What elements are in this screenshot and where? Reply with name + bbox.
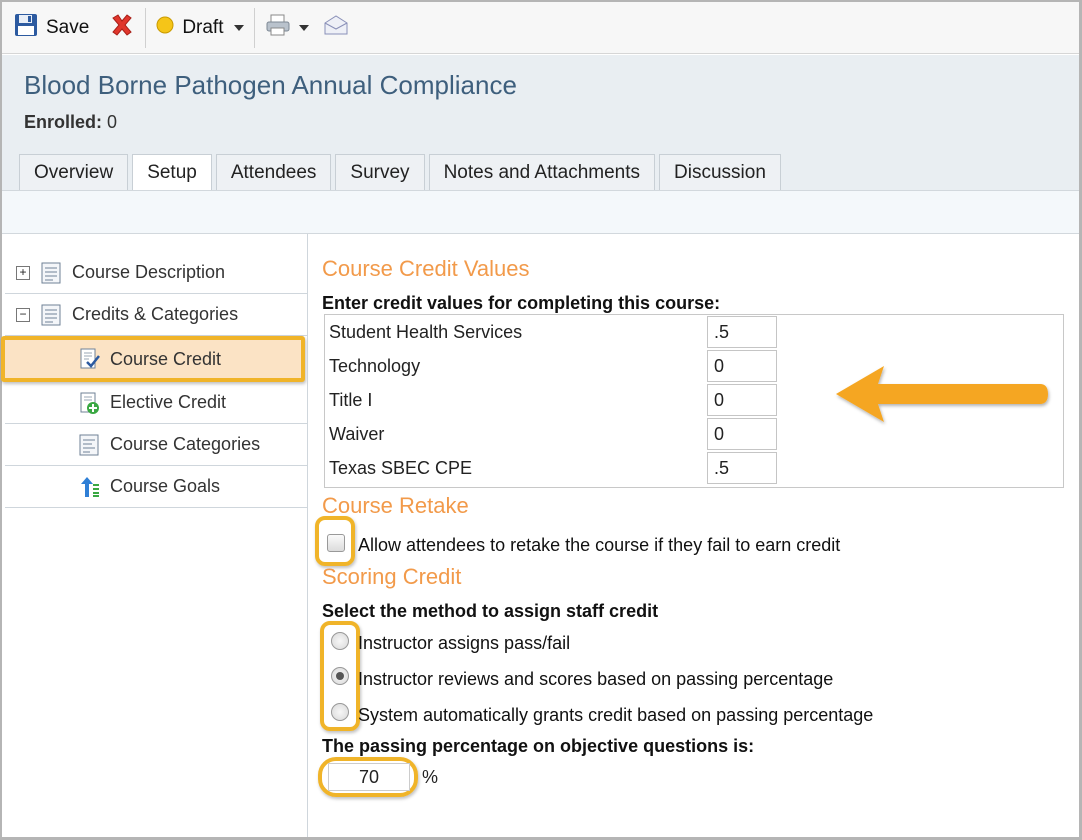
radio-instructor-scores[interactable]	[331, 667, 349, 685]
credit-name: Title I	[329, 389, 373, 410]
document-list-icon	[40, 262, 62, 284]
document-list-icon	[40, 304, 62, 326]
credit-name: Student Health Services	[329, 321, 523, 342]
credit-row: Student Health Services .5	[329, 316, 1059, 348]
enrolled-count: Enrolled: 0	[24, 112, 117, 133]
red-x-icon	[109, 12, 135, 44]
sub-toolbar	[2, 190, 1079, 234]
callout-arrow-icon	[836, 366, 1048, 422]
scoring-title: Scoring Credit	[322, 564, 462, 589]
enrolled-label: Enrolled:	[24, 112, 103, 132]
retake-checkbox[interactable]	[327, 534, 345, 552]
passing-percentage-input[interactable]: 70	[328, 763, 410, 791]
tab-discussion[interactable]: Discussion	[659, 154, 781, 190]
tree-item-credits-categories[interactable]: − Credits & Categories	[5, 294, 307, 336]
expand-plus-icon[interactable]: +	[16, 265, 30, 280]
retake-checkbox-label: Allow attendees to retake the course if …	[358, 535, 841, 555]
radio-label: System automatically grants credit based…	[358, 705, 874, 725]
credit-value-input[interactable]: 0	[707, 384, 777, 416]
radio-system-auto[interactable]	[331, 703, 349, 721]
credit-name: Texas SBEC CPE	[329, 457, 473, 478]
toolbar: Save Draft	[2, 2, 1079, 54]
course-header: Blood Borne Pathogen Annual Compliance E…	[2, 55, 1079, 191]
chevron-down-icon	[298, 24, 309, 31]
save-button[interactable]: Save	[14, 13, 89, 43]
goals-arrow-icon	[78, 476, 100, 498]
credit-values-instruction: Enter credit values for completing this …	[322, 293, 721, 313]
document-add-icon	[78, 392, 100, 414]
tree-label: Credits & Categories	[72, 304, 239, 324]
credit-value-input[interactable]: .5	[707, 452, 777, 484]
scoring-instruction: Select the method to assign staff credit	[322, 601, 659, 621]
tab-notes-attachments[interactable]: Notes and Attachments	[428, 154, 656, 190]
credit-values-title: Course Credit Values	[322, 256, 530, 281]
document-check-icon	[78, 348, 100, 370]
envelope-icon	[323, 14, 349, 42]
print-dropdown[interactable]	[265, 13, 309, 43]
yellow-dot-icon	[156, 16, 174, 40]
credit-value-input[interactable]: 0	[707, 350, 777, 382]
tab-survey[interactable]: Survey	[335, 154, 425, 190]
tab-attendees[interactable]: Attendees	[215, 154, 332, 190]
tab-setup[interactable]: Setup	[132, 154, 212, 191]
radio-pass-fail[interactable]	[331, 632, 349, 650]
tree-label: Course Credit	[110, 348, 222, 369]
tree-item-elective-credit[interactable]: Elective Credit	[5, 382, 307, 424]
radio-label: Instructor assigns pass/fail	[358, 633, 571, 653]
email-button[interactable]	[323, 14, 349, 42]
tree-item-course-description[interactable]: + Course Description	[5, 252, 307, 294]
tree-label: Course Description	[72, 262, 226, 282]
status-label: Draft	[182, 16, 224, 38]
printer-icon	[265, 13, 291, 43]
tree-item-course-goals[interactable]: Course Goals	[5, 466, 307, 508]
setup-tree: + Course Description − Credits & Categor…	[1, 252, 307, 508]
chevron-down-icon	[233, 24, 244, 31]
tree-label: Course Goals	[110, 476, 221, 496]
toolbar-group-output	[255, 8, 359, 48]
page-title: Blood Borne Pathogen Annual Compliance	[24, 70, 517, 100]
credit-row: Texas SBEC CPE .5	[329, 452, 1059, 484]
tree-item-course-credit[interactable]: Course Credit	[1, 336, 305, 382]
save-label: Save	[46, 16, 90, 38]
toolbar-group-status: Draft	[146, 7, 255, 48]
panel-divider	[307, 234, 308, 837]
collapse-minus-icon[interactable]: −	[16, 307, 30, 322]
tree-label: Course Categories	[110, 434, 261, 454]
passing-percentage-label: The passing percentage on objective ques…	[322, 736, 755, 756]
status-dropdown[interactable]: Draft	[156, 16, 244, 40]
credit-name: Waiver	[329, 423, 385, 444]
tree-label: Elective Credit	[110, 392, 227, 412]
enrolled-value: 0	[107, 112, 118, 132]
toolbar-group-save: Save	[2, 7, 147, 48]
percent-sign: %	[422, 767, 439, 787]
document-list-icon	[78, 434, 100, 456]
tab-overview[interactable]: Overview	[19, 154, 129, 190]
credit-value-input[interactable]: 0	[707, 418, 777, 450]
credit-value-input[interactable]: .5	[707, 316, 777, 348]
tab-bar: Overview Setup Attendees Survey Notes an…	[19, 154, 785, 191]
delete-button[interactable]	[109, 12, 135, 44]
tree-item-course-categories[interactable]: Course Categories	[5, 424, 307, 466]
credit-name: Technology	[329, 355, 421, 376]
floppy-disk-icon	[14, 13, 38, 43]
radio-label: Instructor reviews and scores based on p…	[358, 669, 834, 689]
